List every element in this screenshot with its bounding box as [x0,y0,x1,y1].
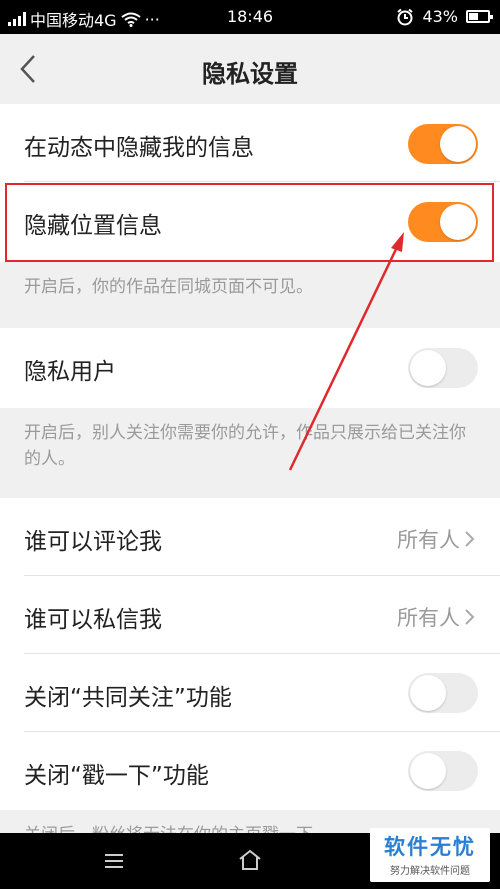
menu-icon[interactable] [104,853,124,869]
watermark-title: 软件无忧 [384,835,476,859]
home-icon[interactable] [238,849,262,871]
watermark-subtitle: 努力解决软件问题 [390,866,470,877]
watermark-logo: 软件无忧 努力解决软件问题 [370,828,490,882]
annotation-arrow [288,232,404,471]
